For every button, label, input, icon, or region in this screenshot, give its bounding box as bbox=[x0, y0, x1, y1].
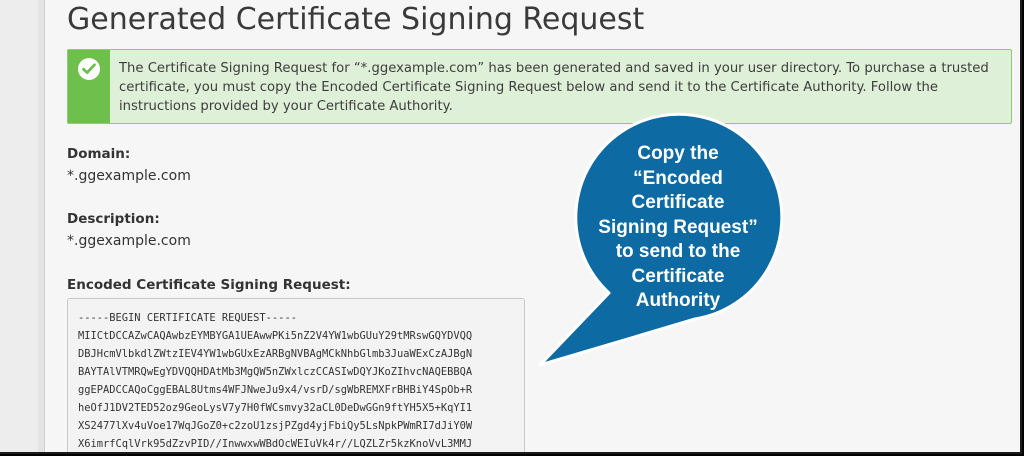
success-alert: The Certificate Signing Request for “*.g… bbox=[67, 49, 1012, 124]
check-circle-icon bbox=[78, 58, 100, 80]
left-sidebar bbox=[0, 0, 45, 452]
callout-text: Copy the “Encoded Certificate Signing Re… bbox=[598, 143, 758, 311]
alert-icon-column bbox=[68, 50, 110, 123]
description-value: *.ggexample.com bbox=[67, 233, 191, 249]
page-frame: Generated Certificate Signing Request Th… bbox=[0, 0, 1022, 454]
alert-message: The Certificate Signing Request for “*.g… bbox=[119, 61, 989, 114]
domain-label: Domain: bbox=[67, 146, 131, 162]
description-label: Description: bbox=[67, 211, 160, 227]
csr-label: Encoded Certificate Signing Request: bbox=[67, 277, 351, 293]
csr-textarea[interactable]: -----BEGIN CERTIFICATE REQUEST----- MIIC… bbox=[67, 298, 525, 452]
page-title: Generated Certificate Signing Request bbox=[67, 2, 645, 37]
domain-value: *.ggexample.com bbox=[67, 168, 191, 184]
csr-text[interactable]: -----BEGIN CERTIFICATE REQUEST----- MIIC… bbox=[78, 309, 472, 452]
